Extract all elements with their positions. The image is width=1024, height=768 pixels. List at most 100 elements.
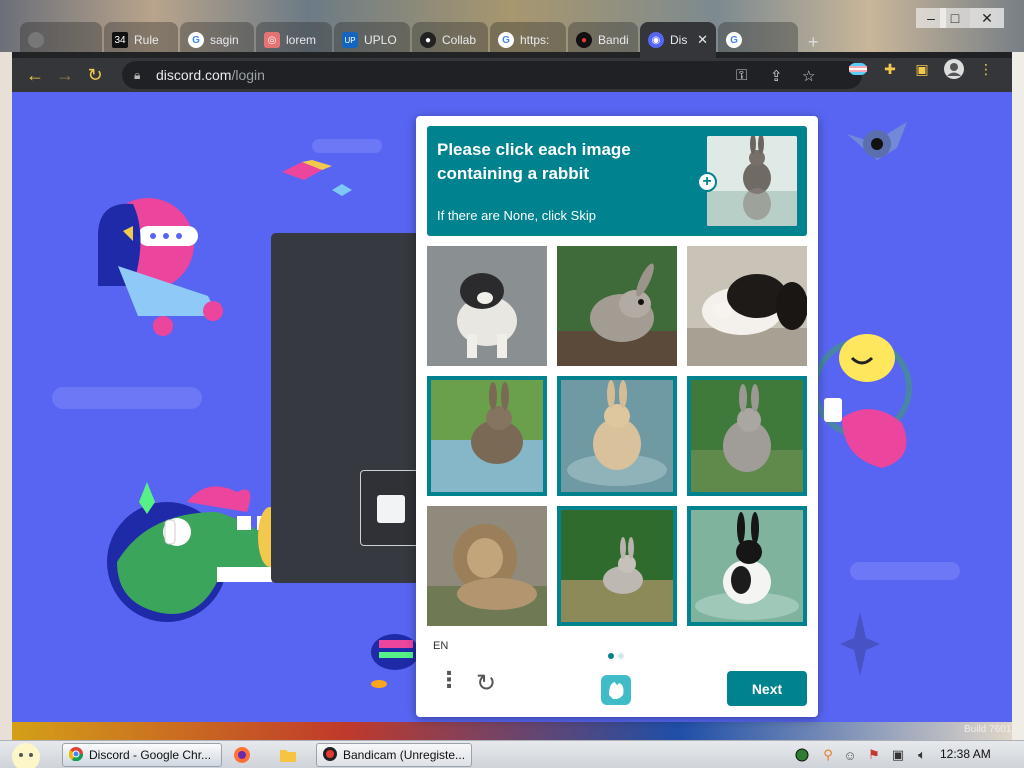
key-icon[interactable]: ⚿ [736, 67, 747, 84]
tab-6[interactable]: G https: [490, 22, 566, 58]
google-icon: G [726, 32, 742, 48]
captcha-tile-7[interactable] [427, 506, 547, 626]
taskbar-item-chrome[interactable]: Discord - Google Chr... [62, 743, 222, 767]
bookmark-star-icon[interactable]: ☆ [802, 67, 815, 85]
tab-label: Rule [134, 33, 159, 47]
hcaptcha-logo-icon[interactable] [599, 673, 633, 707]
maximize-button[interactable]: □ [940, 8, 970, 28]
folder-icon[interactable] [278, 745, 298, 765]
close-button[interactable]: ✕ [970, 8, 1004, 28]
tab-1[interactable]: 34 Rule [104, 22, 178, 58]
firefox-icon[interactable] [232, 745, 252, 765]
upload-icon: UP [342, 32, 358, 48]
captcha-prompt-box: Please click each image containing a rab… [427, 126, 807, 236]
desktop-wallpaper-bottom [12, 722, 1012, 740]
lion-image [427, 506, 547, 626]
tab-label: sagin [210, 33, 239, 47]
chrome-icon [68, 746, 84, 764]
tab-4[interactable]: UP UPLO [334, 22, 410, 58]
rabbit-image [557, 246, 677, 366]
address-bar[interactable]: 🔒︎ discord.com/login ⚿ ⇪ ☆ [122, 61, 862, 89]
volume-icon[interactable]: 🔈︎ [912, 745, 932, 765]
record-icon: ● [576, 32, 592, 48]
tab-close-icon[interactable]: ✕ [697, 32, 708, 48]
taskbar-item-label: Discord - Google Chr... [89, 748, 212, 762]
captcha-tile-3[interactable] [687, 246, 807, 366]
action-center-flag-icon[interactable]: ⚑ [864, 745, 884, 765]
url-host: discord.com [156, 67, 232, 83]
back-button[interactable]: ← [20, 60, 50, 90]
tray-green-icon[interactable] [792, 745, 812, 765]
menu-button[interactable]: ⋮ [438, 669, 460, 691]
taskbar-item-bandicam[interactable]: Bandicam (Unregiste... [316, 743, 472, 767]
network-icon[interactable]: ▣ [888, 745, 908, 765]
tab-label: UPLO [364, 33, 397, 47]
tab-7[interactable]: ● Bandi [568, 22, 638, 58]
captcha-tile-9-selected[interactable] [687, 506, 807, 626]
tab-discord-active[interactable]: ◉ Dis ✕ [640, 22, 716, 58]
captcha-tile-5-selected[interactable] [557, 376, 677, 496]
bandicam-icon [323, 746, 337, 764]
example-image[interactable] [707, 136, 797, 226]
captcha-tile-6-selected[interactable] [687, 376, 807, 496]
yellow-character-illustration [812, 328, 922, 478]
page-dot [618, 653, 624, 659]
google-icon: G [498, 32, 514, 48]
taskbar-clock[interactable]: 12:38 AM [940, 747, 991, 761]
url-path: /login [231, 67, 265, 83]
tab-label: Bandi [598, 33, 629, 47]
profile-avatar[interactable] [942, 57, 966, 81]
forward-button[interactable]: → [50, 60, 80, 90]
new-tab-button[interactable]: + [808, 32, 819, 53]
rabbit-image [561, 510, 673, 622]
rabbit-image [691, 380, 803, 492]
expand-example-button[interactable]: + [697, 172, 717, 192]
captcha-challenge: Please click each image containing a rab… [416, 116, 818, 717]
desktop-wallpaper-right [1012, 52, 1024, 742]
tab-2[interactable]: G sagin [180, 22, 254, 58]
language-selector[interactable]: EN [433, 640, 448, 652]
tab-0[interactable] [20, 22, 102, 58]
background-cloud [312, 139, 382, 153]
start-button[interactable] [6, 741, 46, 768]
tab-9[interactable]: G [718, 22, 798, 58]
sparkle-icon [840, 612, 880, 676]
dog-image [687, 246, 807, 366]
dog-image [427, 246, 547, 366]
captcha-tile-4-selected[interactable] [427, 376, 547, 496]
tab-3[interactable]: ◎ lorem [256, 22, 332, 58]
rabbit-image [561, 380, 673, 492]
lock-icon: 🔒︎ [134, 67, 141, 82]
tab-label: Collab [442, 33, 477, 47]
discord-icon: ◉ [648, 32, 664, 48]
app-icon: ◎ [264, 32, 280, 48]
flag-extension-icon[interactable] [846, 57, 870, 81]
google-icon: G [188, 32, 204, 48]
tray-search-icon[interactable]: ⚲ [818, 745, 838, 765]
build-watermark: Build 7601 [964, 724, 1012, 735]
extensions-icon[interactable]: ✚ [878, 57, 902, 81]
share-icon[interactable]: ⇪ [770, 67, 783, 85]
side-panel-icon[interactable]: ▣ [910, 57, 934, 81]
taskbar-item-label: Bandicam (Unregiste... [343, 748, 466, 762]
captcha-tile-2[interactable] [557, 246, 677, 366]
github-icon: ● [420, 32, 436, 48]
character-illustration-left [78, 196, 238, 346]
refresh-button[interactable]: ↻ [476, 672, 502, 698]
menu-kebab-icon[interactable]: ⋮ [974, 57, 998, 81]
next-button[interactable]: Next [727, 671, 807, 706]
background-cloud [52, 387, 202, 409]
page-indicator [608, 646, 628, 664]
rule-icon: 34 [112, 32, 128, 48]
captcha-tile-8-selected[interactable] [557, 506, 677, 626]
small-character-illustration [367, 612, 422, 692]
tab-label: Dis [670, 33, 688, 47]
tab-5[interactable]: ● Collab [412, 22, 488, 58]
rabbit-image [691, 510, 803, 622]
reload-button[interactable]: ↻ [80, 60, 110, 90]
tray-smile-icon[interactable]: ☺ [840, 745, 860, 765]
tab-label: lorem [286, 33, 317, 47]
captcha-tile-1[interactable] [427, 246, 547, 366]
blank-favicon-icon [28, 32, 44, 48]
rabbit-image [431, 380, 543, 492]
